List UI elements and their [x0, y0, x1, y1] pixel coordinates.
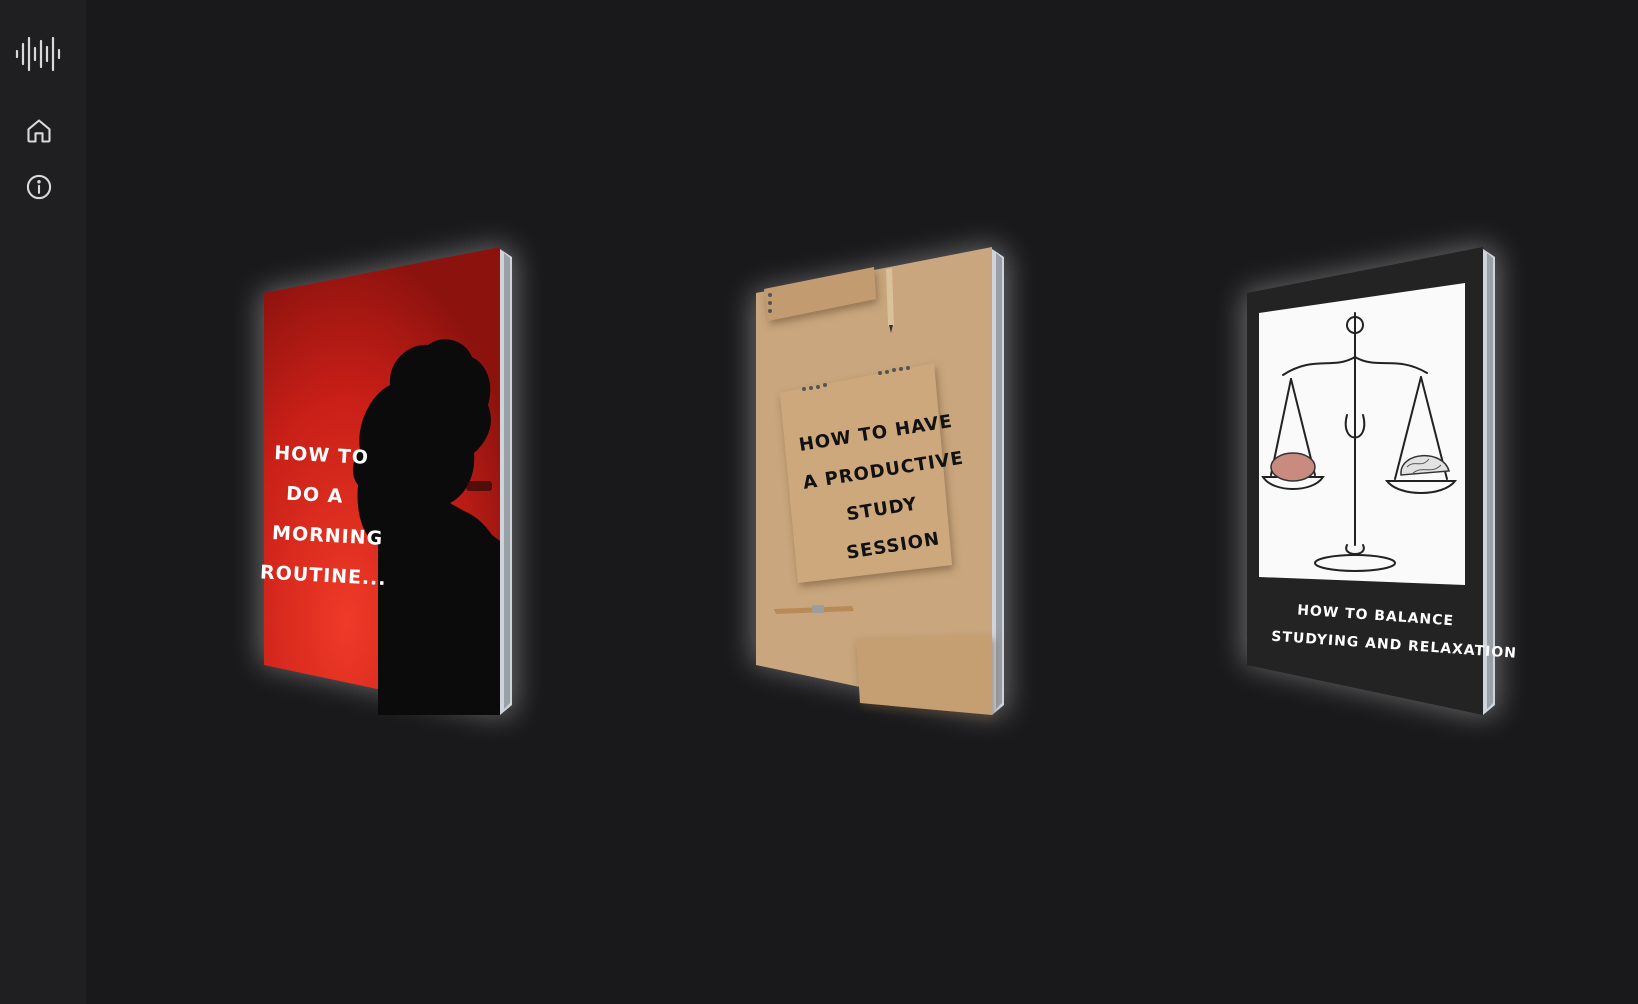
info-icon — [25, 173, 53, 205]
nav-info-button[interactable] — [23, 173, 55, 205]
book-shelf: HOW TO DO A MORNING ROUTINE... HOW TO HA… — [86, 0, 1638, 1004]
sidebar — [0, 0, 86, 1004]
nav-home-button[interactable] — [23, 117, 55, 149]
book-productive-study-session[interactable]: HOW TO HAVE A PRODUCTIVE STUDY SESSION — [752, 245, 1008, 717]
soundwave-logo-icon[interactable] — [14, 34, 64, 74]
book-balance-studying-relaxation[interactable]: HOW TO BALANCE STUDYING AND RELAXATION — [1243, 245, 1517, 717]
book-morning-routine[interactable]: HOW TO DO A MORNING ROUTINE... — [259, 245, 516, 717]
book-cover-line: DO A — [286, 483, 344, 508]
home-icon — [25, 117, 53, 149]
